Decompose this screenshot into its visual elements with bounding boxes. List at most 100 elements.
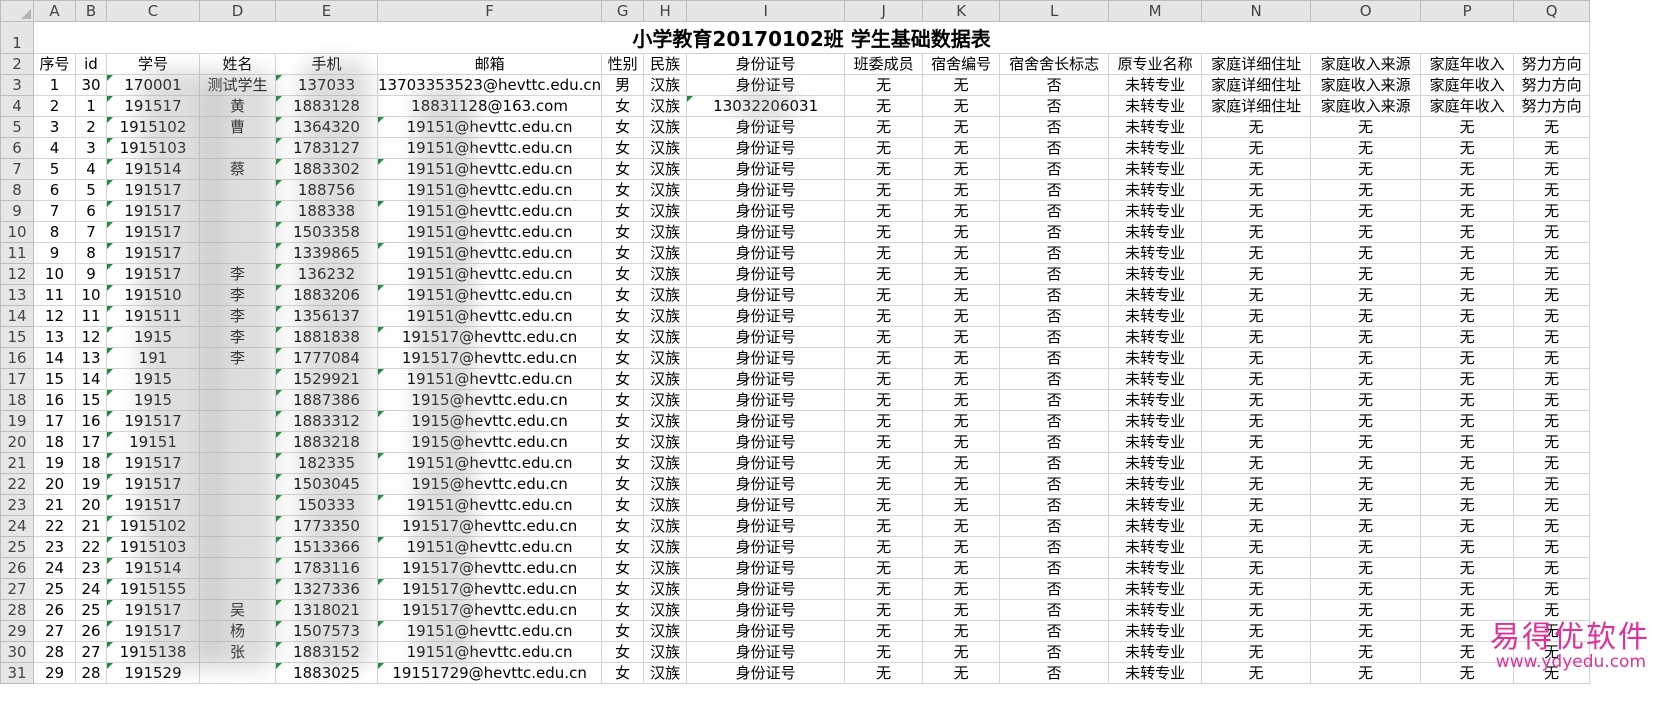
table-cell[interactable]: 无 [1201,389,1312,411]
table-cell[interactable]: 未转专业 [1108,263,1203,285]
table-cell[interactable]: 无 [1420,410,1515,432]
table-cell[interactable]: 身份证号 [686,536,846,558]
table-cell[interactable]: 1915@hevttc.edu.cn [376,431,603,453]
table-cell[interactable]: 19151@hevttc.edu.cn [376,452,603,474]
table-cell[interactable]: 无 [844,599,924,621]
table-cell[interactable]: 9 [33,242,76,264]
table-cell[interactable]: 身份证号 [686,473,846,495]
table-cell[interactable]: 女 [601,452,645,474]
table-cell[interactable]: 身份证号 [686,557,846,579]
table-cell[interactable]: 无 [1420,326,1515,348]
table-cell[interactable]: 身份证号 [686,368,846,390]
table-cell[interactable]: 未转专业 [1108,200,1203,222]
table-cell[interactable]: 未转专业 [1108,515,1203,537]
table-cell[interactable]: 无 [1201,242,1312,264]
table-cell[interactable]: 无 [1420,431,1515,453]
table-cell[interactable]: 无 [1310,263,1422,285]
table-cell[interactable]: 25 [75,599,107,621]
table-cell[interactable]: 8 [33,221,76,243]
row-header[interactable]: 16 [0,347,34,369]
table-cell[interactable]: 191517@hevttc.edu.cn [376,578,603,600]
column-header[interactable]: M [1108,0,1203,22]
table-cell[interactable]: 无 [1310,200,1422,222]
table-cell[interactable]: 女 [601,578,645,600]
table-cell[interactable]: 无 [1513,494,1591,516]
column-title-cell[interactable]: 家庭详细住址 [1201,53,1312,75]
row-header[interactable]: 17 [0,368,34,390]
column-title-cell[interactable]: 身份证号 [686,53,846,75]
table-cell[interactable]: 未转专业 [1108,452,1203,474]
table-cell[interactable]: 身份证号 [686,620,846,642]
table-cell[interactable]: 身份证号 [686,515,846,537]
table-cell[interactable]: 4 [33,137,76,159]
table-cell[interactable]: 未转专业 [1108,662,1203,684]
table-cell[interactable]: 30 [75,74,107,96]
table-cell[interactable]: 无 [844,242,924,264]
row-header[interactable]: 23 [0,494,34,516]
table-cell[interactable]: 无 [1201,473,1312,495]
column-header[interactable]: Q [1513,0,1591,22]
table-cell[interactable]: 无 [844,410,924,432]
table-cell[interactable]: 家庭年收入 [1420,95,1515,117]
table-cell[interactable]: 否 [999,116,1110,138]
table-cell[interactable]: 7 [75,221,107,243]
table-cell[interactable]: 19151@hevttc.edu.cn [376,494,603,516]
table-cell[interactable]: 无 [1201,578,1312,600]
table-cell[interactable]: 19151@hevttc.edu.cn [376,179,603,201]
column-header[interactable]: H [643,0,688,22]
table-cell[interactable]: 无 [844,515,924,537]
table-cell[interactable]: 19151@hevttc.edu.cn [376,242,603,264]
table-cell[interactable]: 无 [1513,578,1591,600]
column-header[interactable]: J [844,0,924,22]
table-cell[interactable]: 23 [33,536,76,558]
table-cell[interactable]: 19151@hevttc.edu.cn [376,620,603,642]
table-cell[interactable]: 19151@hevttc.edu.cn [376,641,603,663]
table-cell[interactable]: 否 [999,515,1110,537]
table-cell[interactable]: 19151@hevttc.edu.cn [376,200,603,222]
table-cell[interactable]: 无 [922,410,1001,432]
table-cell[interactable]: 无 [1420,473,1515,495]
table-cell[interactable]: 无 [1310,557,1422,579]
table-cell[interactable]: 无 [1310,515,1422,537]
table-cell[interactable]: 26 [33,599,76,621]
table-cell[interactable]: 女 [601,326,645,348]
row-header[interactable]: 28 [0,599,34,621]
table-cell[interactable]: 无 [922,641,1001,663]
table-cell[interactable]: 身份证号 [686,284,846,306]
column-title-cell[interactable]: 家庭收入来源 [1310,53,1422,75]
column-header[interactable]: I [686,0,846,22]
table-cell[interactable]: 否 [999,326,1110,348]
table-cell[interactable]: 否 [999,557,1110,579]
table-cell[interactable]: 无 [922,305,1001,327]
table-cell[interactable]: 无 [1310,221,1422,243]
table-cell[interactable]: 5 [33,158,76,180]
table-cell[interactable]: 191517@hevttc.edu.cn [376,515,603,537]
table-cell[interactable]: 无 [1513,410,1591,432]
table-cell[interactable]: 无 [1310,305,1422,327]
table-cell[interactable]: 无 [844,536,924,558]
row-header[interactable]: 9 [0,200,34,222]
table-cell[interactable]: 否 [999,536,1110,558]
table-cell[interactable]: 无 [1513,242,1591,264]
table-cell[interactable]: 女 [601,389,645,411]
row-header[interactable]: 6 [0,137,34,159]
table-cell[interactable]: 191517@hevttc.edu.cn [376,326,603,348]
column-header[interactable]: K [922,0,1001,22]
table-cell[interactable]: 女 [601,410,645,432]
row-header[interactable]: 12 [0,263,34,285]
table-cell[interactable]: 未转专业 [1108,242,1203,264]
table-cell[interactable]: 无 [1310,326,1422,348]
table-cell[interactable]: 汉族 [643,431,688,453]
table-cell[interactable]: 无 [1513,200,1591,222]
table-cell[interactable]: 28 [33,641,76,663]
table-cell[interactable]: 无 [1310,662,1422,684]
table-cell[interactable]: 身份证号 [686,326,846,348]
table-cell[interactable]: 否 [999,473,1110,495]
table-cell[interactable]: 汉族 [643,452,688,474]
table-cell[interactable]: 20 [75,494,107,516]
table-cell[interactable]: 无 [844,578,924,600]
table-cell[interactable]: 未转专业 [1108,578,1203,600]
table-cell[interactable]: 9 [75,263,107,285]
table-cell[interactable]: 未转专业 [1108,389,1203,411]
table-cell[interactable]: 家庭详细住址 [1201,95,1312,117]
